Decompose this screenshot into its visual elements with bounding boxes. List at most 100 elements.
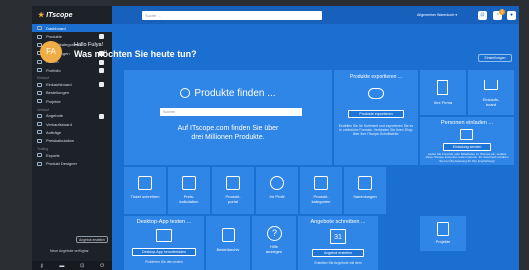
cart-label: Einkaufs- board — [482, 97, 500, 107]
cart-icon[interactable]: ⊡ — [80, 263, 84, 269]
products-search-input[interactable]: Suchen — [160, 108, 302, 116]
projects-label: Projekte — [435, 239, 451, 244]
offers-tile[interactable]: Angebote schreiben ... 31 Angebot erstel… — [298, 216, 378, 270]
quick-tile[interactable]: Sammlungen — [344, 167, 386, 214]
sidebar-item-label: Einkaufsboard — [46, 82, 72, 88]
sidebar-item-label: Angebote — [46, 113, 64, 119]
collection-icon — [358, 176, 372, 190]
invite-description: Laden Sie Freunde oder Mitarbeiter zu IT… — [425, 152, 509, 163]
quick-tile-label: Produkt- kategorien — [311, 194, 331, 204]
sidebar-item-angebote[interactable]: Angebote — [32, 112, 112, 120]
add-icon[interactable] — [99, 59, 104, 65]
sidebar-item-icon — [37, 161, 42, 166]
offers-description: Erstellen Sie Angebote mit dem — [314, 261, 362, 265]
user-menu-icon[interactable]: ● — [507, 11, 516, 20]
cart-tile[interactable]: Einkaufs- board — [468, 70, 514, 115]
products-tile[interactable]: Produkte finden ... Suchen Auf ITscope.c… — [124, 70, 332, 165]
projects-tile[interactable]: Projekte — [420, 216, 466, 251]
gift-icon — [460, 129, 473, 140]
language-flag-icon[interactable]: ▬ — [59, 263, 64, 269]
monitor-download-icon — [156, 229, 172, 242]
grid-icon — [226, 176, 240, 190]
sidebar-item-label: Projekte — [46, 98, 61, 104]
company-label: Ihre Firma — [433, 100, 453, 105]
sidebar-item-icon — [37, 138, 42, 143]
create-offer-tile-button[interactable]: Angebot erstellen — [312, 249, 364, 257]
cart-icon[interactable]: ⊡ — [478, 11, 487, 20]
settings-button[interactable]: Einstellungen — [478, 54, 512, 62]
search-input[interactable]: Suche ... — [142, 11, 322, 20]
add-icon[interactable] — [99, 113, 104, 119]
profile-icon — [270, 176, 284, 190]
sidebar-item-auftr-ge[interactable]: Aufträge — [32, 128, 112, 136]
sidebar-item-icon — [37, 99, 42, 104]
invite-button[interactable]: Einladung senden — [443, 143, 491, 151]
logo[interactable]: ★ ITscope — [32, 6, 112, 24]
building-icon — [437, 80, 448, 95]
quick-tile[interactable]: Ticket schreiben — [124, 167, 166, 214]
archive-icon — [222, 228, 235, 242]
desktop-download-button[interactable]: Desktop-App herunterladen — [132, 248, 196, 256]
archive-label: Bestellarchiv — [216, 247, 240, 252]
create-offer-button[interactable]: Angebot erstellen — [76, 236, 108, 243]
logout-icon[interactable]: ⏻ — [100, 263, 104, 269]
pencil-icon — [138, 176, 152, 190]
archive-tile[interactable]: Bestellarchiv — [206, 216, 250, 270]
sidebar-item-projekte[interactable]: Projekte — [32, 97, 112, 105]
desktop-tile[interactable]: Desktop-App testen ... Desktop-App herun… — [124, 216, 204, 270]
export-tile[interactable]: Produkte exportieren ... Produkte export… — [334, 70, 418, 165]
sidebar-item-verkaufsboard[interactable]: Verkaufsboard — [32, 120, 112, 128]
sidebar-item-icon — [37, 153, 42, 158]
avatar[interactable]: FA — [40, 41, 62, 63]
search-icon — [180, 88, 191, 99]
add-icon[interactable] — [99, 82, 104, 88]
logo-text: ITscope — [46, 11, 73, 19]
sidebar-item-label: Preiskalkulation — [46, 138, 75, 144]
sidebar-tip: Neue Angebote verfügbar — [50, 249, 89, 253]
logo-star-icon: ★ — [38, 12, 45, 19]
sidebar-item-label: Produkt Designer — [46, 161, 77, 167]
quick-tile-label: Produkt- portal — [225, 194, 241, 204]
sidebar-item-label: Dashboard — [46, 25, 66, 31]
cart-icon — [484, 80, 498, 90]
products-subtitle-line2: drei Millionen Produkte. — [191, 134, 265, 141]
quick-tile-label: Preis- kalkulation — [179, 194, 199, 204]
products-subtitle: Auf ITscope.com finden Sie über drei Mil… — [124, 124, 332, 142]
sidebar-item-icon — [37, 113, 42, 118]
quick-tile[interactable]: Produkt- kategorien — [300, 167, 342, 214]
sidebar-item-label: Portfolio — [46, 67, 61, 73]
invite-tile[interactable]: Personen einladen ... Einladung senden L… — [420, 117, 514, 165]
help-tile[interactable]: ? Hilfe anzeigen — [252, 216, 296, 270]
sidebar-item-dashboard[interactable]: Dashboard — [32, 24, 112, 33]
sidebar-item-einkaufsboard[interactable]: Einkaufsboard — [32, 80, 112, 88]
help-label: Hilfe anzeigen — [265, 244, 283, 254]
app-window: ★ ITscope Dashboard Produkte Produktkategor… — [32, 6, 519, 270]
sidebar-item-label: Aufträge — [46, 129, 62, 135]
add-icon[interactable] — [99, 34, 104, 40]
sidebar-item-portfolio[interactable]: Portfolio — [32, 66, 112, 74]
quick-tile[interactable]: Produkt- portal — [212, 167, 254, 214]
desktop-title: Desktop-App testen ... — [136, 219, 192, 225]
sidebar-item-preiskalkulation[interactable]: Preiskalkulation — [32, 137, 112, 145]
sidebar-item-label: Verkaufsboard — [46, 121, 72, 127]
add-icon[interactable] — [99, 67, 104, 73]
key-icon[interactable]: ⚷ — [40, 263, 44, 269]
export-title: Produkte exportieren ... — [350, 74, 402, 80]
company-tile[interactable]: Ihre Firma — [420, 70, 466, 115]
sidebar-item-bestellungen[interactable]: Bestellungen — [32, 89, 112, 97]
sidebar-item-icon — [37, 26, 42, 31]
calculator-icon — [182, 176, 196, 190]
sidebar-item-produkte[interactable]: Produkte — [32, 32, 112, 40]
sidebar-item-label: Produkte — [46, 34, 63, 40]
quick-tile[interactable]: Ihr Profil — [256, 167, 298, 214]
sidebar-item-exporte[interactable]: Exporte — [32, 151, 112, 159]
export-button[interactable]: Produkte exportieren — [348, 110, 404, 118]
sidebar-item-produkt-designer[interactable]: Produkt Designer — [32, 159, 112, 167]
sidebar-item-icon — [37, 59, 42, 64]
export-description: Erstellen Sie Ihr Sortiment und exportie… — [338, 124, 414, 136]
projects-icon — [437, 222, 449, 236]
quick-tile[interactable]: Preis- kalkulation — [168, 167, 210, 214]
sidebar-item-icon — [37, 34, 42, 39]
sidebar-footer: ⚷ ▬ ⊡ ⏻ — [32, 261, 112, 270]
warenkorb-select[interactable]: Allgemeiner Warenkorb ▾ — [417, 13, 457, 17]
